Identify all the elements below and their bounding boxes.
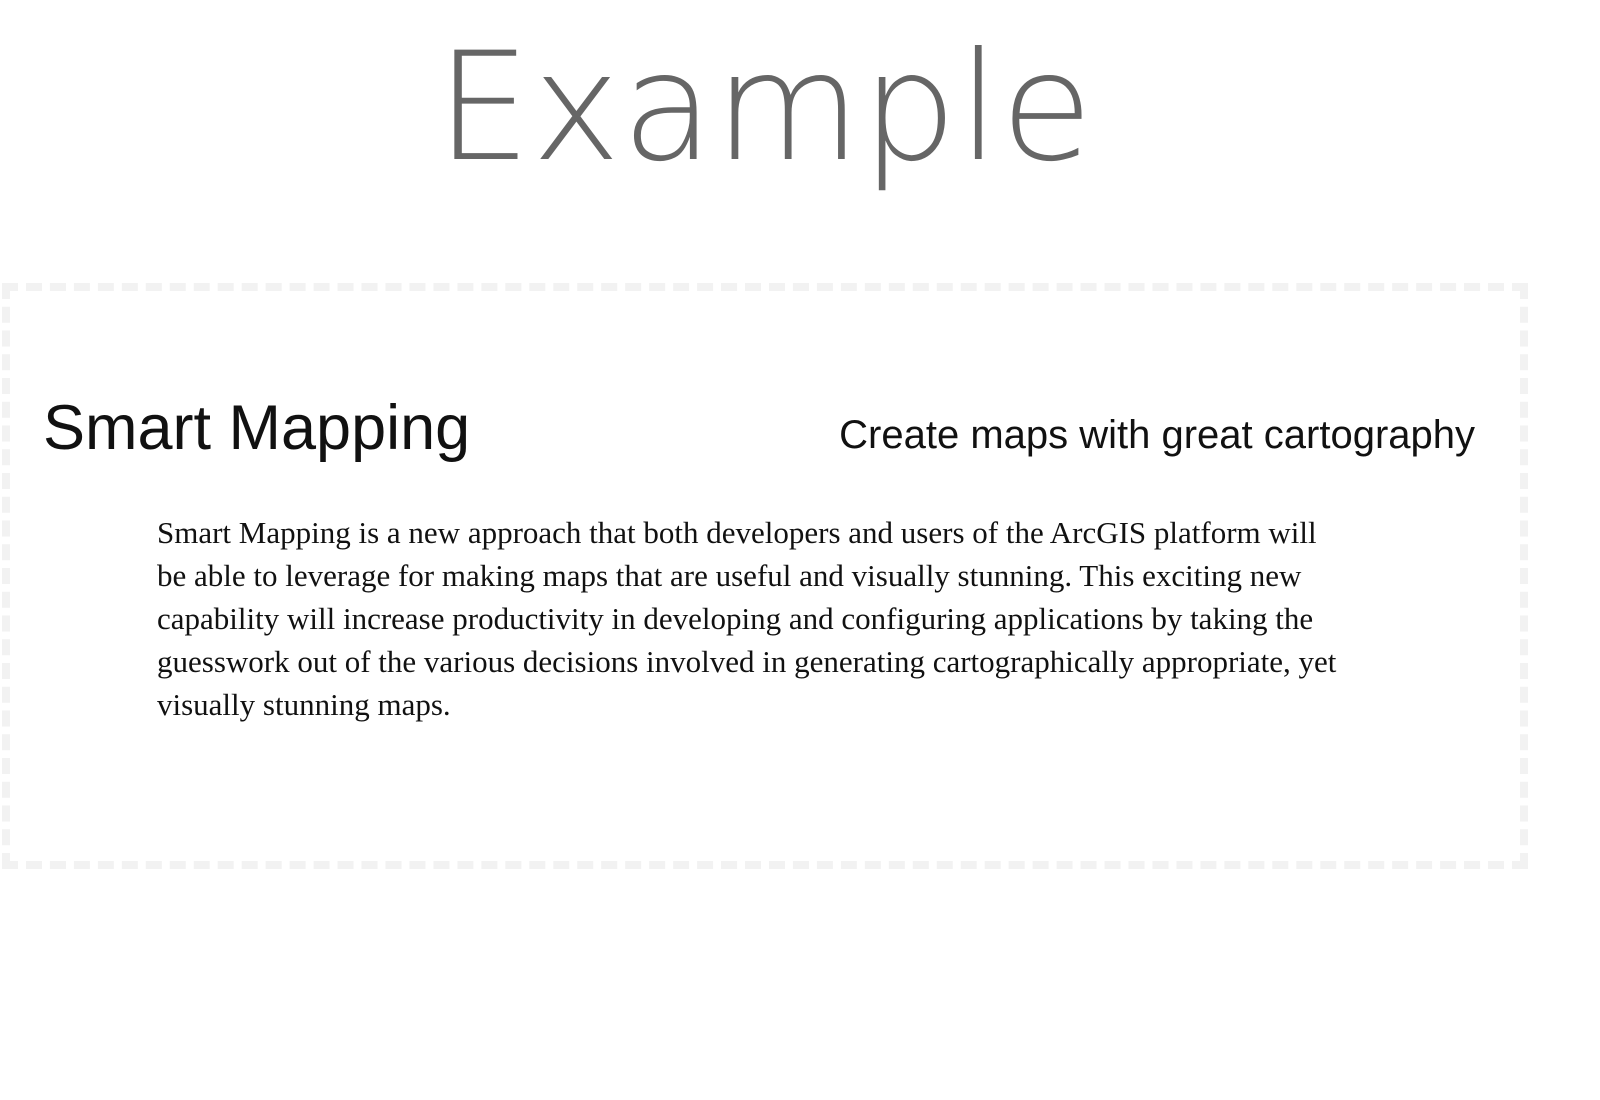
card-subtitle: Create maps with great cartography [839,413,1475,457]
card-body-text: Smart Mapping is a new approach that bot… [157,515,1337,722]
card-title: Smart Mapping [43,393,471,463]
content-card: Smart Mapping Create maps with great car… [2,283,1528,869]
page-title: Example [436,21,1094,195]
